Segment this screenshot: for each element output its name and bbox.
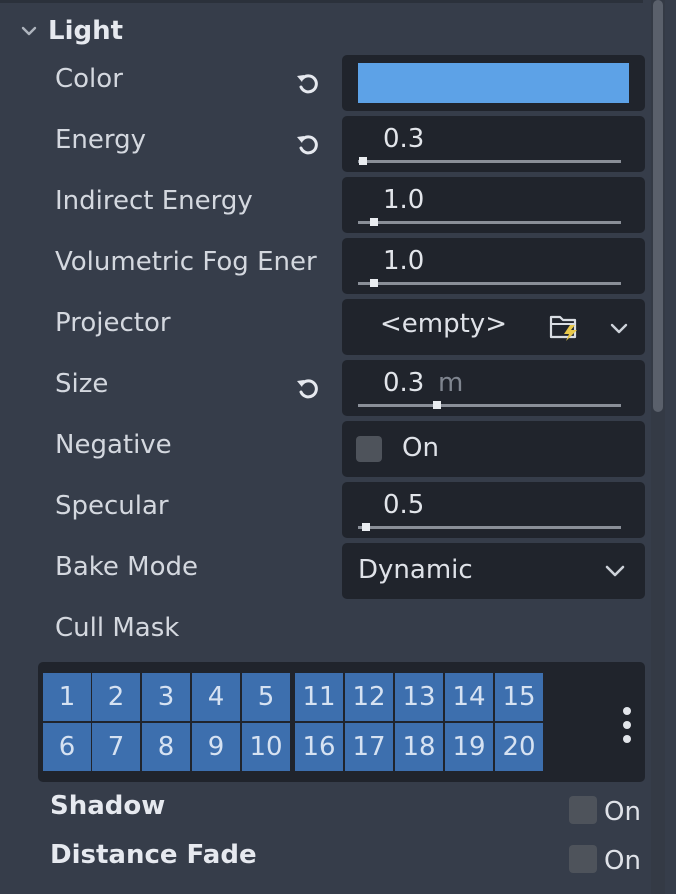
- size-slider-grabber[interactable]: [432, 401, 441, 409]
- color-swatch: [358, 63, 629, 103]
- energy-slider-track[interactable]: [358, 160, 621, 163]
- cull-mask-bit-15[interactable]: 15: [495, 673, 544, 722]
- volumetric-fog-energy-slider-grabber[interactable]: [369, 279, 378, 287]
- distance-fade-subgroup-label[interactable]: Distance Fade: [50, 840, 257, 870]
- cull-mask-bit-1[interactable]: 1: [43, 673, 92, 722]
- size-label: Size: [55, 369, 109, 399]
- cull-mask-bit-10[interactable]: 10: [242, 723, 291, 772]
- folder-load-icon[interactable]: [549, 312, 581, 342]
- cull-mask-bit-12[interactable]: 12: [345, 673, 394, 722]
- size-spinslider[interactable]: 0.3 m: [342, 360, 645, 416]
- negative-checkbox[interactable]: [356, 436, 382, 462]
- specular-spinslider[interactable]: 0.5: [342, 482, 645, 538]
- cull-mask-bit-13[interactable]: 13: [395, 673, 444, 722]
- top-divider: [0, 0, 643, 3]
- volumetric-fog-energy-spinslider[interactable]: 1.0: [342, 238, 645, 294]
- indirect-energy-label: Indirect Energy: [55, 186, 253, 216]
- kebab-menu-icon[interactable]: [620, 705, 634, 745]
- negative-on-label: On: [402, 433, 439, 463]
- revert-icon[interactable]: [292, 68, 324, 100]
- cull-mask-bit-7[interactable]: 7: [92, 723, 141, 772]
- size-value: 0.3: [383, 368, 425, 398]
- section-title: Light: [48, 16, 124, 46]
- volumetric-fog-energy-slider-track[interactable]: [358, 282, 621, 285]
- projector-resource-picker[interactable]: <empty>: [342, 299, 645, 355]
- indirect-energy-slider-grabber[interactable]: [369, 218, 378, 226]
- section-header-light[interactable]: Light: [18, 14, 123, 48]
- cull-mask-label: Cull Mask: [55, 613, 180, 643]
- scrollbar-thumb[interactable]: [653, 0, 663, 412]
- projector-label: Projector: [55, 308, 171, 338]
- shadow-subgroup-label[interactable]: Shadow: [50, 791, 165, 821]
- specular-slider-grabber[interactable]: [361, 523, 370, 531]
- cull-mask-bit-14[interactable]: 14: [445, 673, 494, 722]
- volumetric-fog-energy-label: Volumetric Fog Ener: [55, 247, 317, 277]
- revert-icon[interactable]: [292, 129, 324, 161]
- cull-mask-bit-18[interactable]: 18: [395, 723, 444, 772]
- shadow-checkbox[interactable]: [569, 796, 597, 824]
- cull-mask-bit-8[interactable]: 8: [142, 723, 191, 772]
- volumetric-fog-energy-value: 1.0: [383, 246, 425, 276]
- chevron-down-icon[interactable]: [608, 317, 630, 339]
- cull-mask-bit-6[interactable]: 6: [43, 723, 92, 772]
- color-label: Color: [55, 64, 123, 94]
- specular-label: Specular: [55, 491, 169, 521]
- cull-mask-bit-17[interactable]: 17: [345, 723, 394, 772]
- energy-value: 0.3: [383, 124, 425, 154]
- revert-icon[interactable]: [292, 373, 324, 405]
- cull-mask-bit-11[interactable]: 11: [295, 673, 344, 722]
- energy-slider-grabber[interactable]: [359, 157, 368, 165]
- bake-mode-label: Bake Mode: [55, 552, 198, 582]
- bake-mode-dropdown[interactable]: Dynamic: [342, 543, 645, 599]
- specular-slider-track[interactable]: [358, 526, 621, 529]
- indirect-energy-spinslider[interactable]: 1.0: [342, 177, 645, 233]
- cull-mask-bit-19[interactable]: 19: [445, 723, 494, 772]
- projector-value[interactable]: <empty>: [380, 309, 507, 339]
- indirect-energy-slider-track[interactable]: [358, 221, 621, 224]
- energy-spinslider[interactable]: 0.3: [342, 116, 645, 172]
- cull-mask-bit-4[interactable]: 4: [192, 673, 241, 722]
- chevron-down-icon[interactable]: [604, 560, 626, 582]
- specular-value: 0.5: [383, 490, 425, 520]
- cull-mask-bit-16[interactable]: 16: [295, 723, 344, 772]
- negative-toggle[interactable]: On: [342, 421, 645, 477]
- size-slider-track[interactable]: [358, 404, 621, 407]
- bake-mode-value: Dynamic: [358, 555, 473, 585]
- cull-mask-bit-5[interactable]: 5: [242, 673, 291, 722]
- shadow-on-label: On: [604, 797, 641, 827]
- distance-fade-on-label: On: [604, 846, 641, 876]
- size-unit: m: [438, 368, 464, 398]
- cull-mask-bit-9[interactable]: 9: [192, 723, 241, 772]
- negative-label: Negative: [55, 430, 172, 460]
- indirect-energy-value: 1.0: [383, 185, 425, 215]
- color-picker-button[interactable]: [342, 55, 645, 111]
- chevron-down-icon: [18, 20, 40, 42]
- energy-label: Energy: [55, 125, 147, 155]
- cull-mask-bit-3[interactable]: 3: [142, 673, 191, 722]
- cull-mask-bit-20[interactable]: 20: [495, 723, 544, 772]
- distance-fade-checkbox[interactable]: [569, 845, 597, 873]
- cull-mask-bit-2[interactable]: 2: [92, 673, 141, 722]
